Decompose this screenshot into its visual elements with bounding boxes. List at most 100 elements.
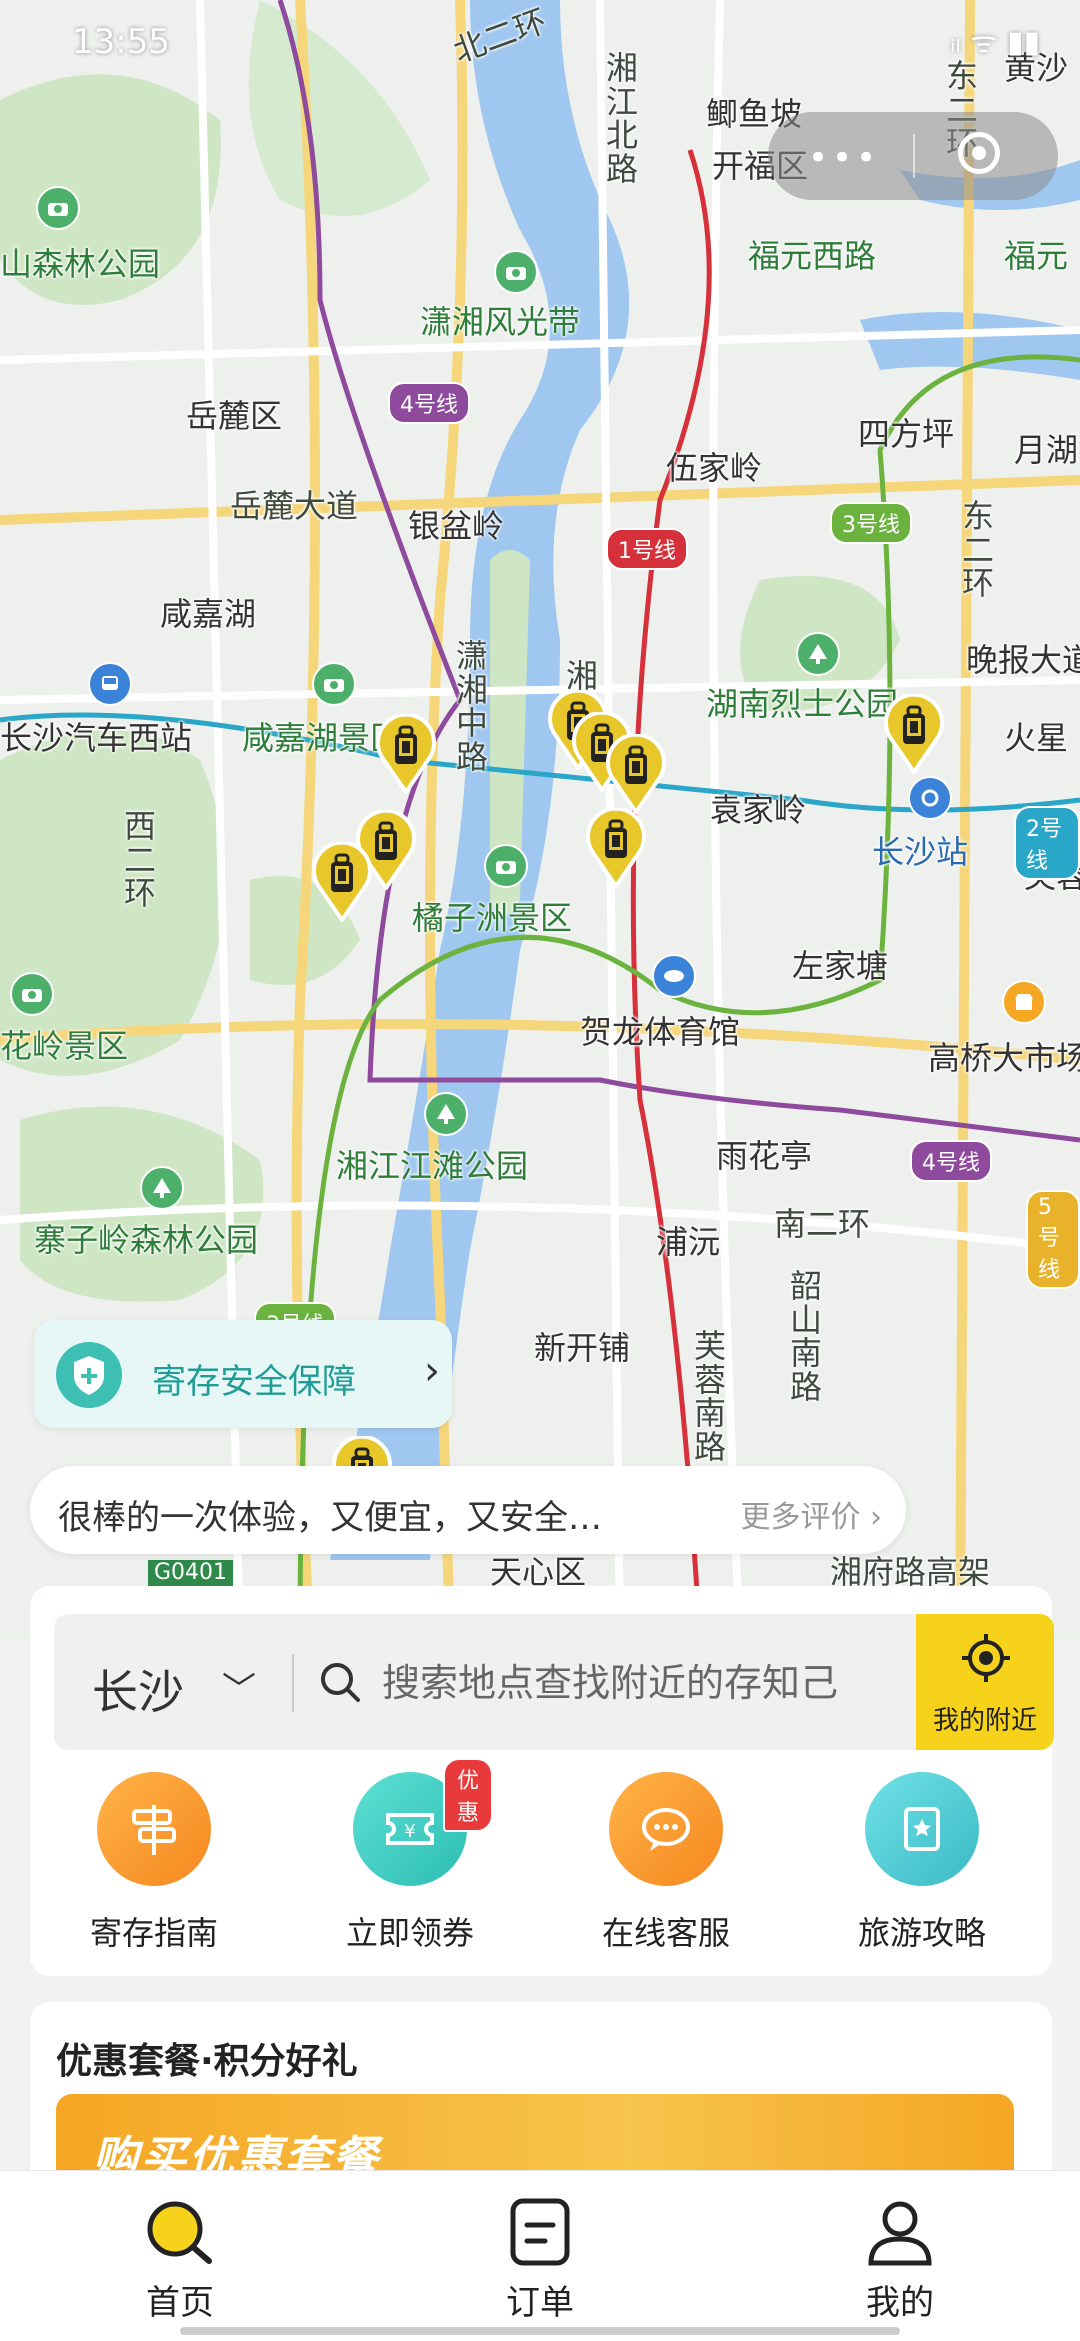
camera-poi-icon <box>10 972 54 1016</box>
status-icons: ᵢₗ ᯤ ▮▮ <box>950 25 1040 60</box>
tree-poi-icon <box>796 632 840 676</box>
storage-location-pin[interactable] <box>310 840 374 924</box>
feature-label: 立即领券 <box>345 1914 474 1952</box>
camera-poi-icon <box>312 662 356 706</box>
map-label-tianxin: 天心区 <box>490 1553 587 1591</box>
nearby-button[interactable]: 我的附近 <box>916 1614 1054 1750</box>
tree-poi-icon <box>140 1166 184 1210</box>
ticket-icon: ¥ 优惠 <box>353 1758 494 1886</box>
map-view[interactable]: 鲫鱼坡 开福区 黄沙 福元西路 福元 山森林公园 潇湘风光带 岳麓区 岳麓大道 … <box>0 0 1080 1640</box>
feature-label: 旅游攻略 <box>857 1914 986 1952</box>
metro-badge-line4-south: 4号线 <box>910 1140 992 1182</box>
tab-mine[interactable]: 我的 <box>810 2197 990 2324</box>
chat-bubble-icon <box>609 1772 723 1886</box>
map-label-helong: 贺龙体育馆 <box>580 1013 741 1051</box>
feature-online-service[interactable]: 在线客服 <box>576 1772 756 1954</box>
map-label-sifangping: 四方坪 <box>858 415 955 453</box>
home-search-icon <box>147 2201 212 2264</box>
metro-badge-line3: 3号线 <box>830 502 912 544</box>
map-label-xianjiahu: 咸嘉湖 <box>160 595 257 633</box>
metro-badge-line5: 5号线 <box>1026 1190 1080 1289</box>
map-label-fuyuan-w: 福元西路 <box>748 237 877 275</box>
feature-storage-guide[interactable]: 寄存指南 <box>64 1772 244 1954</box>
close-miniprogram-icon[interactable] <box>958 132 1000 174</box>
map-label-westbus: 长沙汽车西站 <box>0 719 193 757</box>
feature-label: 在线客服 <box>601 1914 730 1952</box>
status-bar: 13:55 ᵢₗ ᯤ ▮▮ <box>0 0 1080 80</box>
map-label-furong-south-road: 芙蓉南路 <box>694 1327 727 1466</box>
chevron-right-icon: › <box>424 1348 440 1394</box>
chevron-down-icon[interactable]: ﹀ <box>222 1662 256 1711</box>
tab-orders[interactable]: 订单 <box>450 2197 630 2324</box>
map-label-g0401: G0401 <box>148 1560 234 1586</box>
camera-poi-icon <box>36 186 80 230</box>
map-label-changsha-station: 长沙站 <box>872 833 969 871</box>
map-label-yuehu: 月湖 <box>1014 431 1079 469</box>
train-station-icon <box>908 776 952 820</box>
map-label-xiaoxiang-middle-road: 潇湘中路 <box>456 637 489 776</box>
tree-poi-icon <box>424 1092 468 1136</box>
storage-location-pin[interactable] <box>584 806 648 890</box>
shop-poi-icon <box>1002 980 1046 1024</box>
map-label-nan2: 南二环 <box>774 1205 871 1243</box>
map-label-yuhuating: 雨花亭 <box>716 1137 813 1175</box>
map-label-wujia: 伍家岭 <box>666 449 763 487</box>
bus-station-icon <box>88 662 132 706</box>
map-label-yuelu-ave: 岳麓大道 <box>230 487 359 525</box>
security-guarantee-banner[interactable]: 寄存安全保障 › <box>34 1320 452 1428</box>
map-label-qiuling: 花岭景区 <box>0 1027 129 1065</box>
service-panel: 长沙 ﹀ 我的附近 寄存指南 ¥ 优惠 <box>30 1586 1054 1976</box>
user-profile-icon <box>868 2201 932 2266</box>
security-banner-label: 寄存安全保障 <box>152 1362 356 1402</box>
metro-badge-line4: 4号线 <box>388 382 470 424</box>
review-text: 很棒的一次体验，又便宜，又安全… <box>58 1498 602 1538</box>
map-label-xiangfu: 湘府路高架 <box>830 1553 991 1591</box>
camera-poi-icon <box>494 250 538 294</box>
tab-label: 首页 <box>146 2283 214 2323</box>
more-options-button[interactable]: ••• <box>808 138 880 178</box>
review-ticker[interactable]: 很棒的一次体验，又便宜，又安全… 更多评价 › <box>30 1466 906 1554</box>
map-label-zuojiatang: 左家塘 <box>792 947 889 985</box>
map-label-juzizhou: 橘子洲景区 <box>412 899 573 937</box>
more-reviews-link[interactable]: 更多评价 › <box>740 1492 882 1536</box>
metro-badge-line1: 1号线 <box>606 528 688 570</box>
locate-icon <box>962 1634 1010 1682</box>
shield-icon <box>56 1342 122 1408</box>
search-bar: 长沙 ﹀ 我的附近 <box>54 1614 1054 1750</box>
storage-location-pin[interactable] <box>374 712 438 796</box>
promo-title: 优惠套餐·积分好礼 <box>56 2041 358 2082</box>
metro-badge-line2: 2号线 <box>1014 806 1080 880</box>
status-time: 13:55 <box>72 22 170 62</box>
storage-location-pin[interactable] <box>604 732 668 816</box>
map-label-gaoqiao: 高桥大市场 <box>928 1039 1080 1077</box>
order-list-icon <box>510 2198 570 2266</box>
map-label-zhaizi: 寨子岭森林公园 <box>34 1221 259 1259</box>
city-selector[interactable]: 长沙 <box>92 1656 184 1722</box>
map-label-shaoshan-south-road: 韶山南路 <box>790 1267 823 1406</box>
map-label-shanlin: 山森林公园 <box>0 245 161 283</box>
tab-label: 我的 <box>866 2283 934 2323</box>
signpost-icon <box>97 1772 211 1886</box>
camera-poi-icon <box>484 844 528 888</box>
capsule-divider <box>913 134 915 178</box>
book-icon <box>865 1772 979 1886</box>
stadium-icon <box>652 954 696 998</box>
map-label-wanbao: 晚报大道 <box>966 641 1080 679</box>
map-label-xinkaipu: 新开铺 <box>534 1329 631 1367</box>
map-label-lieshi: 湖南烈士公园 <box>706 685 899 723</box>
discount-badge: 优惠 <box>443 1758 494 1832</box>
map-label-huoxing: 火星 <box>1004 719 1069 757</box>
feature-get-coupon[interactable]: ¥ 优惠 立即领券 <box>320 1758 500 1954</box>
storage-location-pin[interactable] <box>882 692 946 776</box>
map-label-xiaoxiang: 潇湘风光带 <box>420 303 581 341</box>
search-input[interactable] <box>380 1652 904 1714</box>
home-indicator <box>180 2327 900 2335</box>
map-label-east-ring-2: 东二环 <box>962 497 995 603</box>
map-label-yuelu: 岳麓区 <box>186 397 283 435</box>
nearby-label: 我的附近 <box>932 1706 1037 1736</box>
divider <box>292 1654 294 1712</box>
map-label-yinpen: 银盆岭 <box>408 507 505 545</box>
feature-travel-guide[interactable]: 旅游攻略 <box>832 1772 1012 1954</box>
tab-home[interactable]: 首页 <box>90 2197 270 2324</box>
search-icon <box>321 1663 360 1702</box>
